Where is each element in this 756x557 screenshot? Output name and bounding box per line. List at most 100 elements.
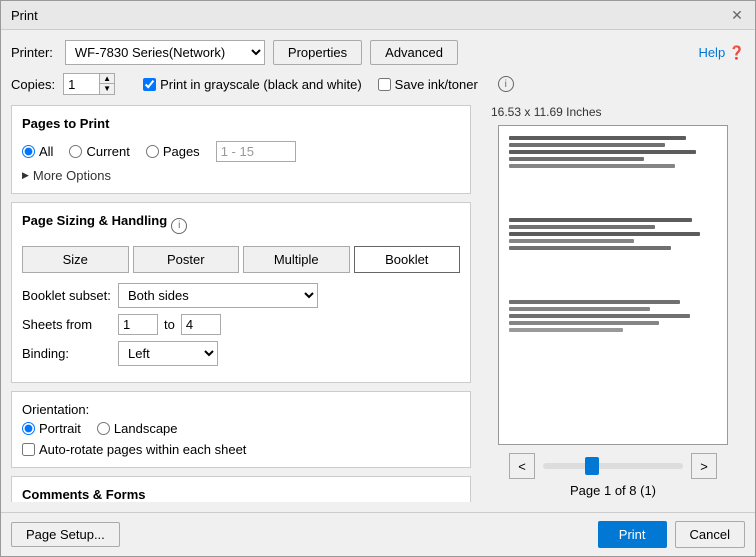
sheets-from-input[interactable] (118, 314, 158, 335)
line-group-2 (509, 218, 717, 250)
help-link[interactable]: Help ❓ (698, 45, 745, 61)
checkbox-group: Print in grayscale (black and white) Sav… (143, 76, 514, 92)
save-ink-checkbox[interactable] (378, 78, 391, 91)
auto-rotate-label[interactable]: Auto-rotate pages within each sheet (22, 442, 460, 457)
copies-down-button[interactable]: ▼ (100, 84, 114, 94)
doc-line (509, 164, 675, 168)
doc-line (509, 136, 686, 140)
pages-radio-label[interactable]: Pages (146, 144, 200, 159)
binding-label: Binding: (22, 346, 112, 361)
doc-line (509, 218, 692, 222)
binding-select[interactable]: Left Right Top (118, 341, 218, 366)
properties-button[interactable]: Properties (273, 40, 362, 65)
multiple-button[interactable]: Multiple (243, 246, 350, 273)
doc-line (509, 143, 665, 147)
page-setup-button[interactable]: Page Setup... (11, 522, 120, 547)
poster-button[interactable]: Poster (133, 246, 240, 273)
print-button[interactable]: Print (598, 521, 667, 548)
comments-section: Comments & Forms Document and Markups Do… (11, 476, 471, 502)
info-icon: i (498, 76, 514, 92)
pages-range-input[interactable] (216, 141, 296, 162)
page-slider-thumb (585, 457, 599, 475)
advanced-button[interactable]: Advanced (370, 40, 458, 65)
current-radio-label[interactable]: Current (69, 144, 129, 159)
doc-line (509, 150, 696, 154)
doc-line (509, 246, 671, 250)
booklet-subset-label: Booklet subset: (22, 288, 112, 303)
right-panel: 16.53 x 11.69 Inches (481, 105, 745, 502)
doc-line (509, 307, 650, 311)
printer-label: Printer: (11, 45, 53, 60)
grayscale-label: Print in grayscale (black and white) (160, 77, 362, 92)
printer-row: Printer: WF-7830 Series(Network) Propert… (11, 40, 745, 65)
bottom-right: Print Cancel (598, 521, 745, 548)
sizing-title: Page Sizing & Handling (22, 213, 167, 230)
booklet-subset-select[interactable]: Both sides Front side only Back side onl… (118, 283, 318, 308)
window-title: Print (11, 8, 38, 23)
main-content: Printer: WF-7830 Series(Network) Propert… (1, 30, 755, 512)
doc-line (509, 314, 690, 318)
line-group-1 (509, 136, 717, 168)
grayscale-checkbox-label[interactable]: Print in grayscale (black and white) (143, 77, 362, 92)
pages-to-print-section: Pages to Print All Current Pages (11, 105, 471, 194)
landscape-radio-label[interactable]: Landscape (97, 421, 178, 436)
next-page-button[interactable]: > (691, 453, 717, 479)
printer-select[interactable]: WF-7830 Series(Network) (65, 40, 265, 65)
portrait-radio-label[interactable]: Portrait (22, 421, 81, 436)
orientation-section: Orientation: Portrait Landscape (11, 391, 471, 468)
doc-line (509, 157, 644, 161)
current-radio[interactable] (69, 145, 82, 158)
triangle-icon: ▶ (22, 170, 29, 181)
doc-line (509, 321, 659, 325)
pages-title: Pages to Print (22, 116, 460, 133)
more-options[interactable]: ▶ More Options (22, 168, 460, 183)
landscape-radio[interactable] (97, 422, 110, 435)
orientation-title: Orientation: (22, 402, 89, 419)
save-ink-checkbox-label[interactable]: Save ink/toner (378, 77, 478, 92)
body-area: Pages to Print All Current Pages (11, 105, 745, 502)
doc-line (509, 300, 680, 304)
doc-line (509, 232, 700, 236)
binding-row: Binding: Left Right Top (22, 341, 460, 366)
sizing-info-icon: i (171, 218, 187, 234)
doc-line (509, 225, 655, 229)
page-label: Page 1 of 8 (1) (570, 483, 656, 498)
auto-rotate-checkbox[interactable] (22, 443, 35, 456)
orientation-radio-group: Portrait Landscape (22, 421, 460, 436)
spacer2 (509, 270, 717, 300)
doc-lines (509, 136, 717, 352)
bottom-bar: Page Setup... Print Cancel (1, 512, 755, 556)
page-slider-track[interactable] (543, 463, 683, 469)
pages-radio[interactable] (146, 145, 159, 158)
all-radio-label[interactable]: All (22, 144, 53, 159)
portrait-radio[interactable] (22, 422, 35, 435)
copies-input-wrap: ▲ ▼ (63, 73, 115, 95)
copies-spinner: ▲ ▼ (99, 74, 114, 94)
print-dialog: Print ✕ Printer: WF-7830 Series(Network)… (0, 0, 756, 557)
doc-line (509, 328, 623, 332)
copies-label: Copies: (11, 77, 55, 92)
nav-row: < > (481, 453, 745, 479)
sheets-from-label: Sheets from (22, 317, 112, 332)
preview-content (499, 126, 727, 444)
spacer (509, 188, 717, 218)
booklet-subset-row: Booklet subset: Both sides Front side on… (22, 283, 460, 308)
doc-line (509, 239, 634, 243)
copies-input[interactable] (64, 75, 99, 94)
copies-up-button[interactable]: ▲ (100, 74, 114, 84)
mode-buttons: Size Poster Multiple Booklet (22, 246, 460, 273)
sheets-to-input[interactable] (181, 314, 221, 335)
sheets-to-label: to (164, 317, 175, 332)
page-sizing-section: Page Sizing & Handling i Size Poster Mul… (11, 202, 471, 383)
save-ink-label: Save ink/toner (395, 77, 478, 92)
booklet-button[interactable]: Booklet (354, 246, 461, 273)
title-bar: Print ✕ (1, 1, 755, 30)
comments-title: Comments & Forms (22, 487, 146, 502)
cancel-button[interactable]: Cancel (675, 521, 745, 548)
prev-page-button[interactable]: < (509, 453, 535, 479)
sizing-title-row: Page Sizing & Handling i (22, 213, 460, 238)
grayscale-checkbox[interactable] (143, 78, 156, 91)
all-radio[interactable] (22, 145, 35, 158)
size-button[interactable]: Size (22, 246, 129, 273)
close-button[interactable]: ✕ (729, 7, 745, 23)
